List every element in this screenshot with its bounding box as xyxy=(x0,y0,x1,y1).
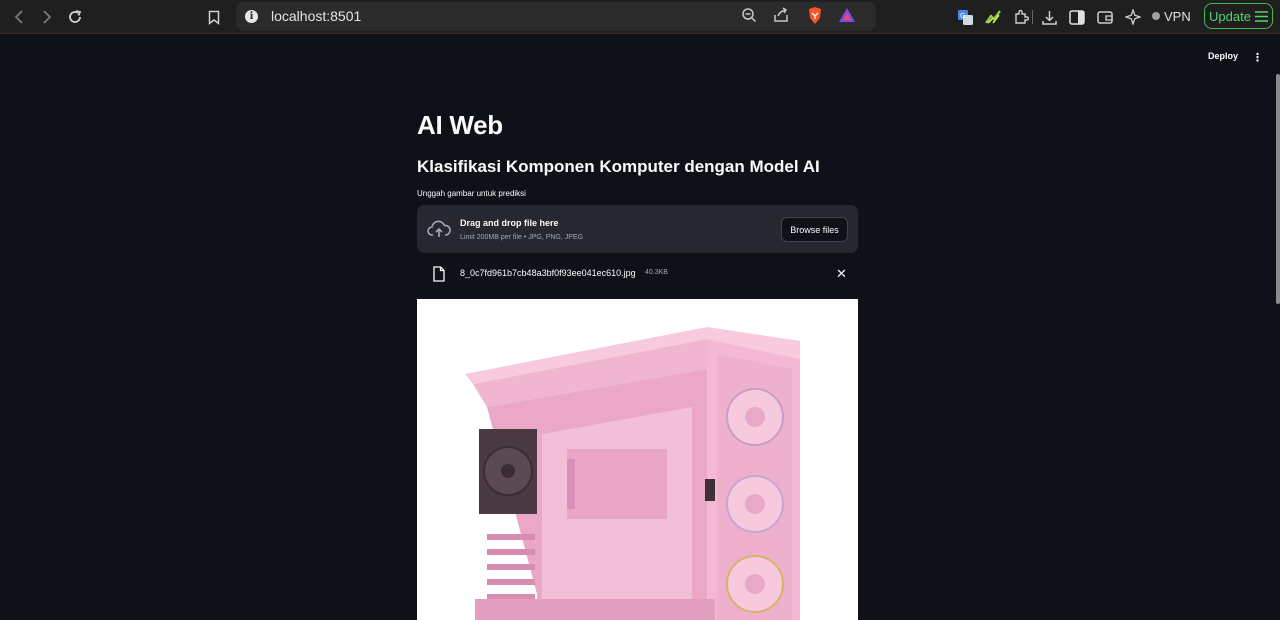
puzzle-icon[interactable] xyxy=(1011,6,1031,28)
url-text: localhost:8501 xyxy=(271,8,362,24)
share-icon[interactable] xyxy=(773,7,790,28)
wallet-icon[interactable] xyxy=(1095,6,1115,28)
vpn-label: VPN xyxy=(1164,8,1191,24)
sidebar-icon[interactable] xyxy=(1067,6,1087,28)
browse-files-button[interactable]: Browse files xyxy=(781,217,848,242)
upload-cloud-icon xyxy=(427,220,451,237)
svg-text:G: G xyxy=(960,12,965,20)
hamburger-icon xyxy=(1254,10,1268,22)
update-button[interactable]: Update xyxy=(1204,3,1273,29)
rewards-icon[interactable] xyxy=(838,7,856,28)
page-subtitle: Klasifikasi Komponen Komputer dengan Mod… xyxy=(417,157,820,176)
info-icon[interactable]: i xyxy=(245,10,258,23)
brave-shield-icon[interactable] xyxy=(807,6,823,30)
kebab-menu-icon[interactable]: ⋮ xyxy=(1252,51,1263,64)
address-bar[interactable]: i localhost:8501 xyxy=(236,2,1033,31)
back-icon[interactable] xyxy=(10,6,28,28)
deploy-button[interactable]: Deploy xyxy=(1208,51,1238,61)
uploaded-image-preview xyxy=(417,299,858,620)
forward-icon[interactable] xyxy=(38,6,56,28)
dropzone-limit: Limit 200MB per file • JPG, PNG, JPEG xyxy=(460,234,584,241)
file-icon xyxy=(433,266,445,282)
uploaded-file-size: 40.3KB xyxy=(645,269,668,276)
leo-icon[interactable] xyxy=(1123,6,1143,28)
uploaded-file-row: 8_0c7fd961b7cb48a3bf0f93ee041ec610.jpg 4… xyxy=(417,262,858,286)
pc-case-image xyxy=(465,327,800,620)
vpn-button[interactable]: VPN xyxy=(1152,7,1191,25)
file-dropzone[interactable]: Drag and drop file here Limit 200MB per … xyxy=(417,205,858,253)
download-icon[interactable] xyxy=(1039,6,1059,28)
close-icon[interactable]: ✕ xyxy=(836,266,847,282)
uploader-label: Unggah gambar untuk prediksi xyxy=(417,189,526,198)
bookmark-icon[interactable] xyxy=(204,6,224,28)
vpn-status-dot xyxy=(1152,12,1160,20)
browser-toolbar: i localhost:8501 G VPN Update xyxy=(0,0,1280,34)
translate-icon[interactable]: G xyxy=(955,6,975,28)
uploaded-file-name: 8_0c7fd961b7cb48a3bf0f93ee041ec610.jpg xyxy=(460,268,636,278)
update-label: Update xyxy=(1209,8,1251,24)
dropzone-instruction: Drag and drop file here xyxy=(460,218,559,228)
zoom-icon[interactable] xyxy=(741,7,757,28)
extension-icon[interactable] xyxy=(983,6,1003,28)
reload-icon[interactable] xyxy=(65,6,85,28)
address-divider xyxy=(1032,10,1033,24)
scrollbar[interactable] xyxy=(1276,74,1280,304)
page-title: AI Web xyxy=(417,110,503,140)
